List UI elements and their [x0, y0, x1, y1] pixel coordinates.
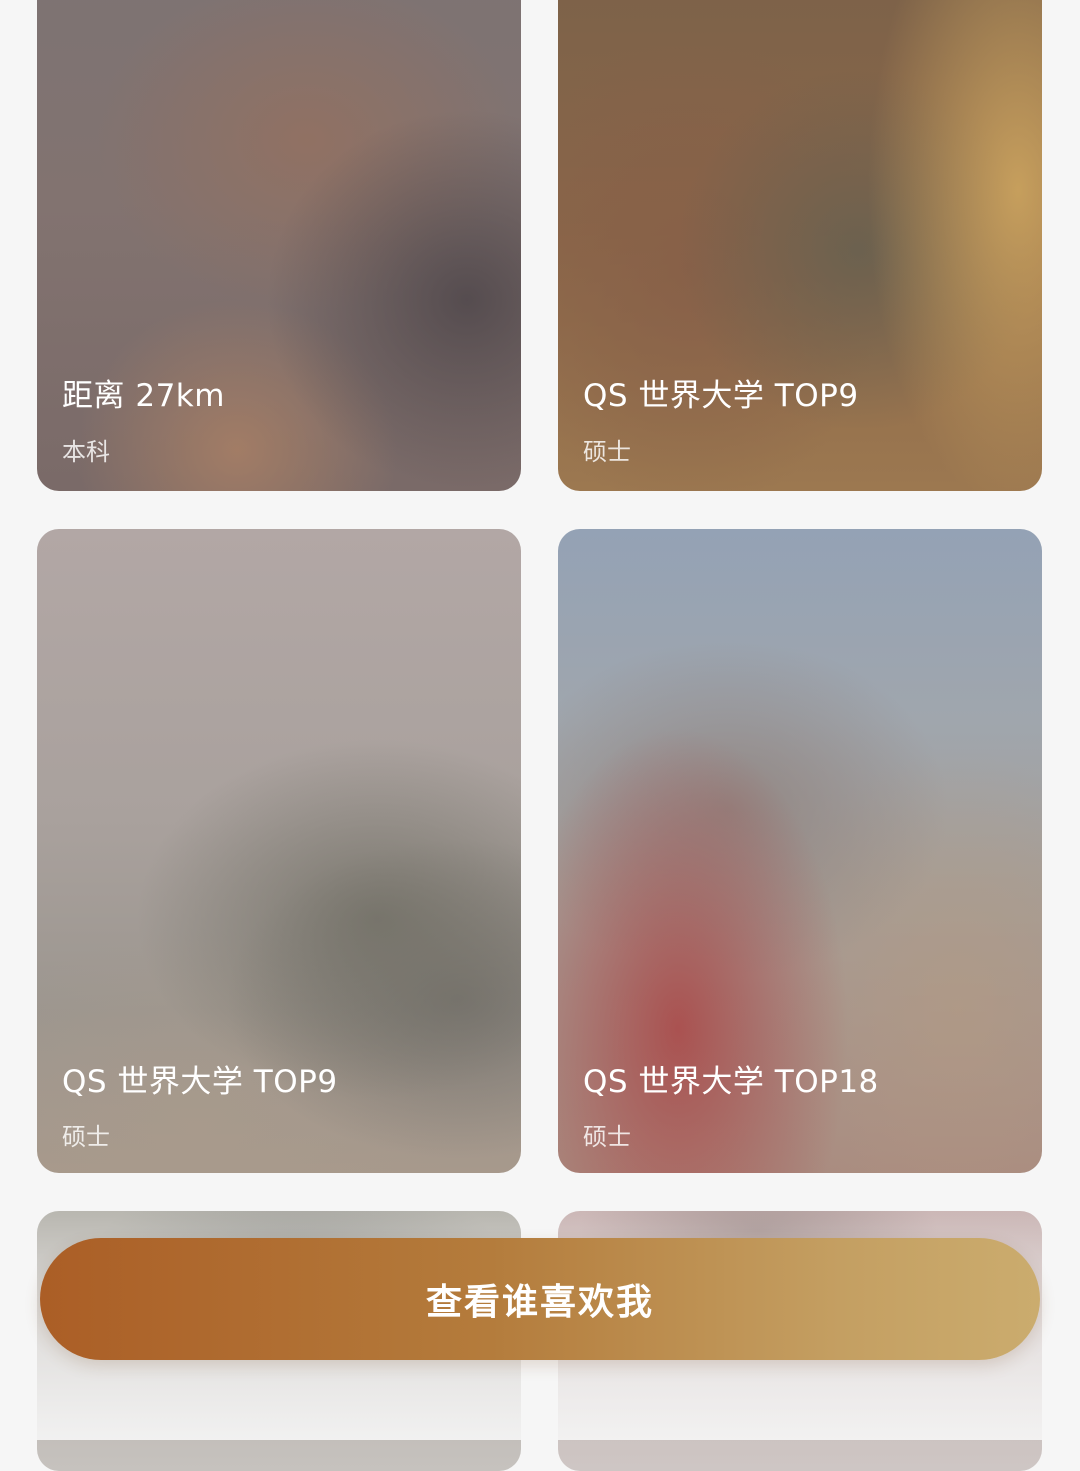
profile-card-degree: 本科 — [62, 438, 110, 466]
profile-card-degree: 硕士 — [62, 1123, 110, 1151]
profile-card-title: QS 世界大学 TOP9 — [583, 378, 859, 414]
profile-card-title: 距离 27km — [62, 378, 225, 414]
profile-card[interactable]: QS 世界大学 TOP9 硕士 — [558, 0, 1042, 491]
profile-card-degree: 硕士 — [583, 438, 631, 466]
profile-card-title: QS 世界大学 TOP9 — [62, 1064, 338, 1100]
view-who-likes-me-button[interactable]: 查看谁喜欢我 — [40, 1238, 1040, 1360]
profile-card[interactable]: 距离 27km 本科 — [37, 0, 521, 491]
profile-card[interactable]: QS 世界大学 TOP9 硕士 — [37, 529, 521, 1173]
view-who-likes-me-label: 查看谁喜欢我 — [425, 1282, 654, 1323]
profile-card-title: QS 世界大学 TOP18 — [583, 1064, 879, 1100]
profile-card[interactable]: QS 世界大学 TOP18 硕士 — [558, 529, 1042, 1173]
profile-card-degree: 硕士 — [583, 1123, 631, 1151]
profile-grid: 距离 27km 本科 QS 世界大学 TOP9 硕士 QS 世界大学 TOP9 … — [0, 0, 1080, 1471]
